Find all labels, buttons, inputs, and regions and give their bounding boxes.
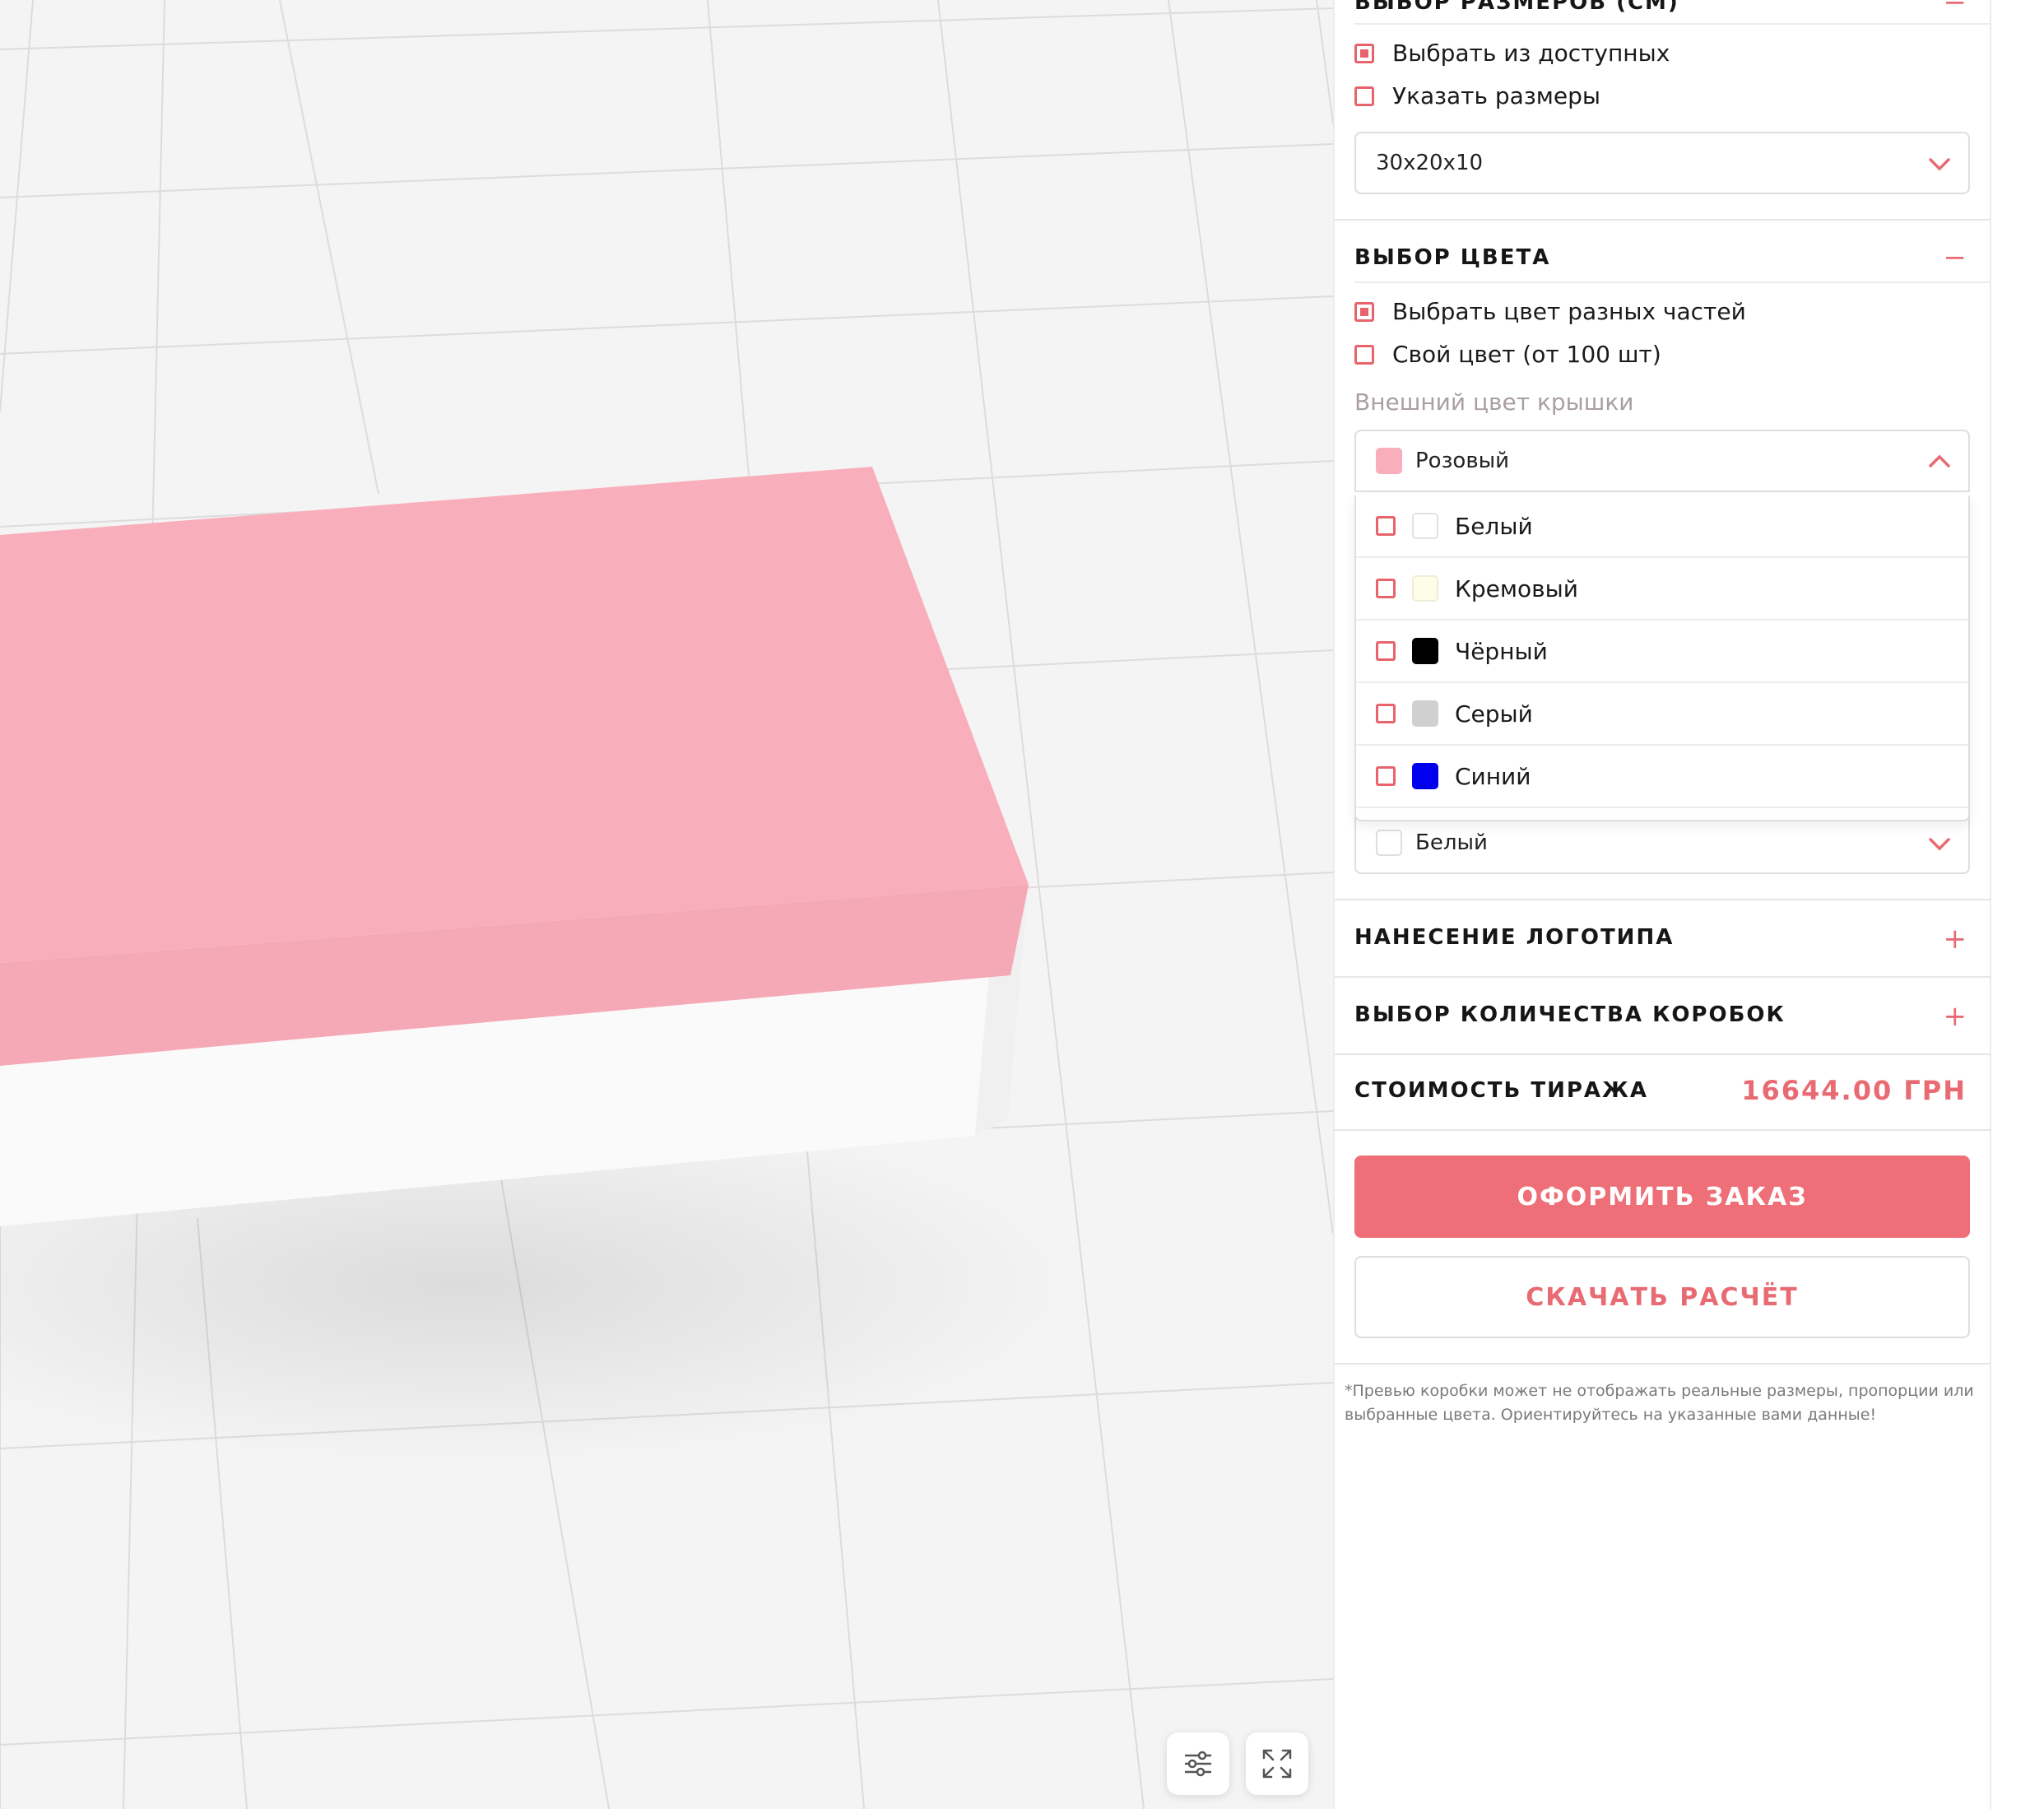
size-option-custom[interactable]: Указать размеры <box>1354 82 1600 109</box>
box-3d-render <box>0 0 1333 1809</box>
lid-color-value: Розовый <box>1415 449 1510 473</box>
lid-color-dropdown[interactable]: Белый Кремовый Чёрный Серый Синий <box>1354 495 1970 821</box>
color-swatch <box>1376 448 1402 474</box>
lid-color-select[interactable]: Розовый <box>1354 430 1970 492</box>
expand-logo-toggle[interactable]: + <box>1944 925 1967 953</box>
dropdown-option[interactable]: Синий <box>1356 746 1968 808</box>
size-select[interactable]: 30x20x10 <box>1354 132 1970 194</box>
section-divider <box>1335 976 1993 978</box>
fullscreen-button[interactable] <box>1246 1732 1308 1795</box>
second-color-value: Белый <box>1415 830 1488 855</box>
3d-preview-viewport[interactable] <box>0 0 1333 1809</box>
configurator-panel: ВЫБОР РАЗМЕРОВ (СМ) − Выбрать из доступн… <box>1333 0 1993 1809</box>
color-swatch <box>1412 700 1438 727</box>
color-swatch <box>1412 575 1438 602</box>
checkbox[interactable] <box>1376 579 1396 598</box>
dropdown-option-partial[interactable] <box>1356 808 1968 820</box>
divider <box>1354 23 1993 25</box>
section-divider <box>1335 1129 1993 1131</box>
section-title-color: ВЫБОР ЦВЕТА <box>1354 245 1551 270</box>
section-divider <box>1335 899 1993 900</box>
option-label: Чёрный <box>1455 637 1548 665</box>
lid-color-label: Внешний цвет крышки <box>1354 388 1634 416</box>
expand-quantity-toggle[interactable]: + <box>1944 1002 1967 1030</box>
checkbox[interactable] <box>1376 516 1396 536</box>
checkbox[interactable] <box>1354 344 1374 365</box>
checkbox[interactable] <box>1354 86 1374 106</box>
section-title-logo[interactable]: НАНЕСЕНИЕ ЛОГОТИПА <box>1354 925 1674 950</box>
checkbox-checked[interactable] <box>1354 301 1374 322</box>
color-option-custom[interactable]: Свой цвет (от 100 шт) <box>1354 341 1661 368</box>
preview-disclaimer: *Превью коробки может не отображать реал… <box>1345 1382 1974 1424</box>
collapse-size-toggle[interactable]: − <box>1944 0 1967 16</box>
option-label: Синий <box>1455 762 1531 790</box>
dropdown-option[interactable]: Белый <box>1356 495 1968 558</box>
section-divider <box>1335 1363 1993 1365</box>
option-label: Кремовый <box>1455 574 1578 602</box>
download-calculation-button[interactable]: СКАЧАТЬ РАСЧЁТ <box>1354 1256 1970 1338</box>
chevron-up-icon <box>1929 454 1950 467</box>
size-select-value: 30x20x10 <box>1376 151 1484 175</box>
price-label: СТОИМОСТЬ ТИРАЖА <box>1354 1078 1648 1103</box>
order-button[interactable]: ОФОРМИТЬ ЗАКАЗ <box>1354 1156 1970 1238</box>
color-option-parts[interactable]: Выбрать цвет разных частей <box>1354 298 1746 325</box>
chevron-down-icon <box>1929 158 1950 171</box>
collapse-color-toggle[interactable]: − <box>1944 244 1967 272</box>
option-label: Свой цвет (от 100 шт) <box>1392 341 1661 368</box>
size-option-available[interactable]: Выбрать из доступных <box>1354 40 1670 67</box>
option-label: Выбрать цвет разных частей <box>1392 298 1746 325</box>
dropdown-option[interactable]: Кремовый <box>1356 558 1968 621</box>
section-title-quantity[interactable]: ВЫБОР КОЛИЧЕСТВА КОРОБОК <box>1354 1002 1786 1027</box>
option-label: Указать размеры <box>1392 82 1600 109</box>
section-divider <box>1335 219 1993 221</box>
option-label: Серый <box>1455 700 1533 728</box>
settings-button[interactable] <box>1167 1732 1229 1795</box>
option-label: Белый <box>1455 512 1533 540</box>
dropdown-option[interactable]: Серый <box>1356 683 1968 746</box>
color-swatch <box>1376 830 1402 856</box>
checkbox[interactable] <box>1376 766 1396 786</box>
section-title-size: ВЫБОР РАЗМЕРОВ (СМ) <box>1354 0 1679 15</box>
checkbox-checked[interactable] <box>1354 43 1374 63</box>
section-divider <box>1335 1053 1993 1055</box>
color-swatch <box>1412 513 1438 539</box>
box-lid-top <box>0 467 1029 963</box>
option-label: Выбрать из доступных <box>1392 40 1670 67</box>
fullscreen-icon <box>1262 1749 1292 1779</box>
price-value: 16644.00 ГРН <box>1741 1075 1967 1106</box>
divider <box>1354 281 1993 283</box>
color-swatch <box>1412 638 1438 664</box>
settings-sliders-icon <box>1185 1751 1211 1777</box>
checkbox[interactable] <box>1376 704 1396 723</box>
page-margin <box>1991 0 2044 1809</box>
checkbox[interactable] <box>1376 641 1396 661</box>
dropdown-option[interactable]: Чёрный <box>1356 621 1968 683</box>
chevron-down-icon <box>1929 838 1950 851</box>
color-swatch <box>1412 763 1438 789</box>
